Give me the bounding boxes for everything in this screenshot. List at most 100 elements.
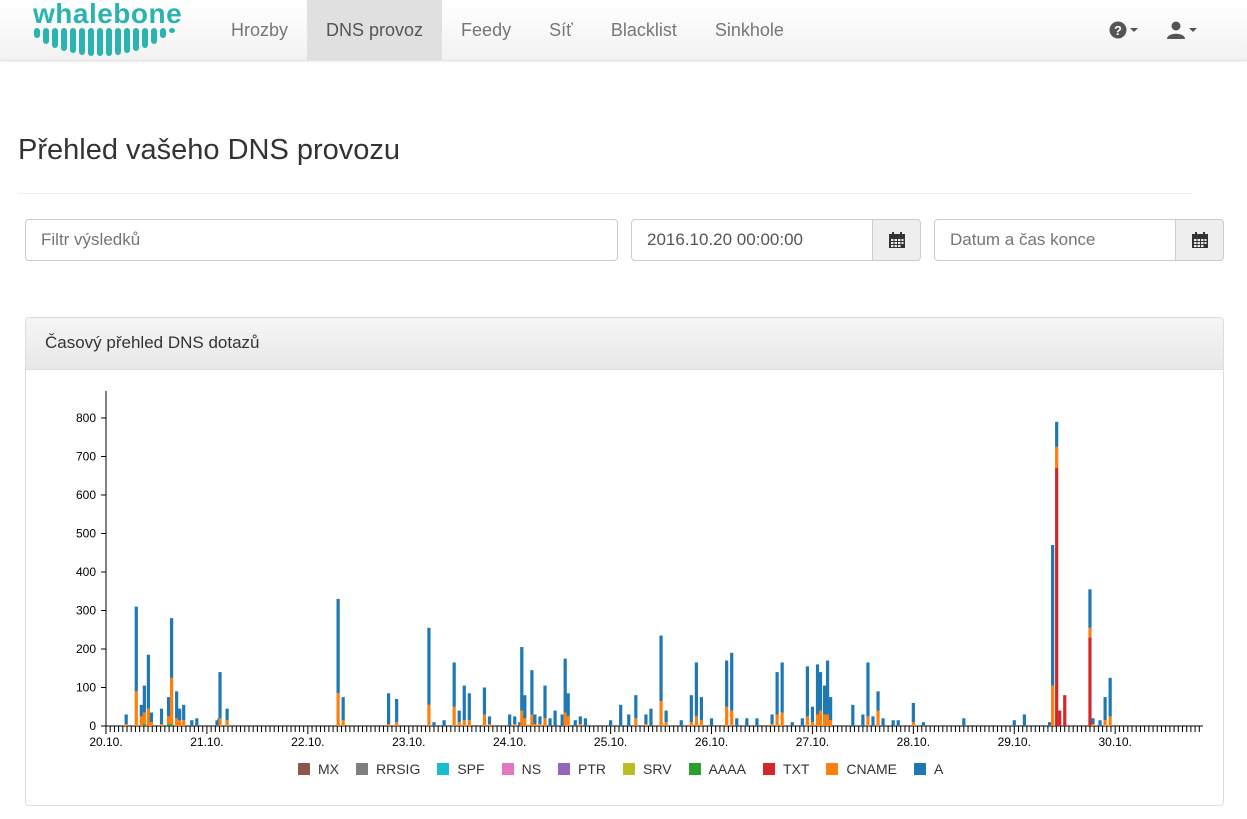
legend-item[interactable]: RRSIG <box>356 761 420 777</box>
bar-segment-a <box>891 720 895 726</box>
end-date-input[interactable] <box>934 219 1177 261</box>
bar-segment-a <box>634 695 638 719</box>
bar-segment-cname <box>876 710 880 726</box>
bar-segment-a <box>1055 421 1059 447</box>
navbar: whalebone Hrozby DNS provoz Feedy Síť Bl… <box>0 0 1247 61</box>
bar-segment-a <box>341 697 345 721</box>
bar-segment-a <box>709 718 714 726</box>
legend-item[interactable]: SRV <box>623 761 672 777</box>
nav-blacklist[interactable]: Blacklist <box>592 0 696 60</box>
legend-item[interactable]: NS <box>501 761 542 777</box>
user-icon <box>1167 21 1185 39</box>
legend-label: SPF <box>457 761 485 777</box>
bar-segment-a <box>911 702 915 723</box>
legend-item[interactable]: AAAA <box>688 761 746 777</box>
whalebone-logo[interactable]: whalebone <box>30 0 190 60</box>
bar-segment-a <box>530 670 534 715</box>
main-nav: Hrozby DNS provoz Feedy Síť Blacklist Si… <box>212 0 803 60</box>
bar-segment-a <box>159 708 164 725</box>
bar-segment-a <box>775 672 779 715</box>
nav-dns-provoz[interactable]: DNS provoz <box>307 0 443 60</box>
x-tick-label: 27.10. <box>796 735 829 749</box>
bar-segment-cname <box>159 724 164 726</box>
calendar-icon <box>888 232 905 248</box>
bar-segment-cname <box>1088 627 1092 638</box>
bar-segment-txt <box>1063 695 1067 726</box>
start-date-calendar-button[interactable] <box>872 219 921 261</box>
nav-sinkhole[interactable]: Sinkhole <box>696 0 803 60</box>
x-tick-label: 20.10. <box>89 735 122 749</box>
bar-segment-cname <box>578 724 582 726</box>
bar-segment-cname <box>689 722 693 726</box>
bar-segment-cname <box>563 712 567 726</box>
chart-legend: MX RRSIG SPF NS PTR SRV AAAA TXT CNAME A <box>298 761 960 777</box>
end-date-calendar-button[interactable] <box>1175 219 1224 261</box>
bar-segment-a <box>881 718 885 726</box>
bar-segment-cname <box>538 724 542 726</box>
legend-label: SRV <box>643 761 672 777</box>
y-tick-label: 200 <box>76 642 96 656</box>
bar-segment-a <box>573 720 577 726</box>
legend-item[interactable]: A <box>913 761 943 777</box>
legend-item[interactable]: TXT <box>762 761 809 777</box>
bar-segment-a <box>689 695 693 723</box>
bar-segment-a <box>822 685 827 715</box>
legend-label: NS <box>521 761 542 777</box>
bar-segment-a <box>553 710 557 726</box>
bar-segment-a <box>563 658 567 713</box>
nav-hrozby[interactable]: Hrozby <box>212 0 307 60</box>
bar-segment-cname <box>178 720 182 726</box>
bar-segment-a <box>533 714 537 725</box>
user-menu[interactable] <box>1166 0 1197 60</box>
bar-segment-a <box>560 714 564 726</box>
bar-segment-a <box>962 718 966 726</box>
legend-swatch <box>688 763 701 775</box>
bar-segment-cname <box>467 720 471 726</box>
bar-segment-a <box>218 672 222 719</box>
bar-segment-a <box>810 706 815 723</box>
bar-segment-cname <box>1051 685 1055 726</box>
bar-segment-a <box>225 708 229 721</box>
bar-segment-a <box>1012 720 1016 726</box>
bar-segment-cname <box>520 710 524 726</box>
bar-segment-a <box>876 691 880 711</box>
legend-item[interactable]: MX <box>298 761 339 777</box>
legend-item[interactable]: PTR <box>558 761 606 777</box>
bar-segment-a <box>1088 589 1092 628</box>
legend-swatch <box>437 763 450 775</box>
bar-segment-cname <box>664 722 668 726</box>
bar-segment-cname <box>169 677 174 725</box>
y-tick-label: 400 <box>76 565 96 579</box>
start-date-input[interactable] <box>631 219 874 261</box>
bar-segment-cname <box>694 716 698 726</box>
bar-segment-a <box>825 660 830 715</box>
bar-segment-cname <box>523 718 527 726</box>
bar-segment-a <box>644 714 648 725</box>
search-input[interactable] <box>25 219 618 261</box>
bar-segment-a <box>386 693 391 725</box>
nav-sit[interactable]: Síť <box>530 0 592 60</box>
x-tick-label: 23.10. <box>392 735 425 749</box>
bar-segment-a <box>543 685 547 719</box>
bar-segment-a <box>800 718 804 726</box>
legend-item[interactable]: SPF <box>437 761 485 777</box>
nav-feedy[interactable]: Feedy <box>442 0 530 60</box>
bar-segment-a <box>146 654 150 709</box>
help-icon: ? <box>1109 21 1127 39</box>
legend-label: PTR <box>578 761 607 777</box>
bar-segment-cname <box>805 716 809 726</box>
bar-segment-cname <box>866 716 870 726</box>
help-menu[interactable]: ? <box>1109 0 1138 60</box>
bar-segment-cname <box>543 718 547 726</box>
bar-segment-a <box>467 693 471 721</box>
bar-segment-cname <box>825 714 830 726</box>
bar-segment-a <box>699 697 704 721</box>
bar-segment-a <box>139 704 143 717</box>
bar-segment-cname <box>462 720 466 726</box>
legend-label: CNAME <box>846 761 897 777</box>
bar-segment-a <box>805 666 809 717</box>
legend-item[interactable]: CNAME <box>826 761 897 777</box>
bar-segment-a <box>566 693 570 717</box>
bar-segment-cname <box>730 710 734 726</box>
bar-segment-cname <box>770 724 774 726</box>
